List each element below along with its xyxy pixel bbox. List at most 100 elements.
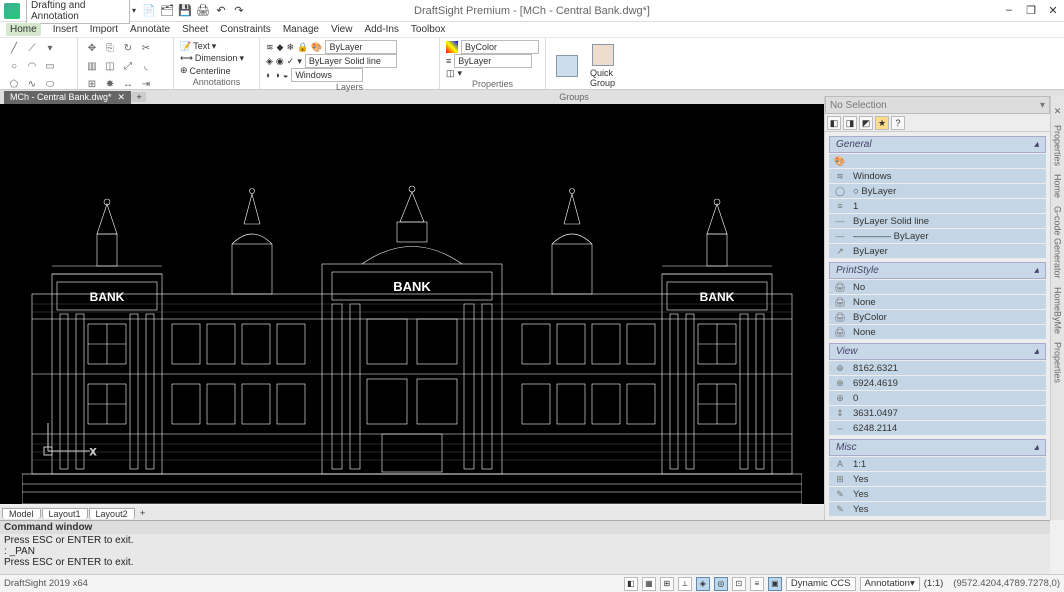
collapse-icon[interactable]: ▴: [1034, 139, 1039, 150]
add-layout-button[interactable]: +: [136, 508, 150, 518]
transparency-icon[interactable]: ◫: [446, 68, 455, 79]
layer-states-icon[interactable]: ◆: [277, 42, 284, 53]
text-tool-label[interactable]: Text: [193, 41, 210, 51]
layer-selector[interactable]: Windows: [291, 68, 363, 82]
group-button[interactable]: [552, 40, 582, 92]
section-general-header[interactable]: General▴: [829, 136, 1046, 153]
tab-constraints[interactable]: Constraints: [220, 24, 271, 35]
collapse-icon[interactable]: ▴: [1034, 265, 1039, 276]
layer-t4-icon[interactable]: ▾: [297, 56, 302, 67]
color-swatch-icon[interactable]: [446, 41, 458, 53]
layer-t2-icon[interactable]: ◉: [276, 56, 284, 67]
layer-lock-icon[interactable]: 🔒: [297, 42, 308, 53]
tab-import[interactable]: Import: [90, 24, 118, 35]
prop-row[interactable]: A1:1: [829, 457, 1046, 471]
prop-help-icon[interactable]: ?: [891, 116, 905, 130]
prop-tool-1-icon[interactable]: ◧: [827, 116, 841, 130]
prop-row[interactable]: ≋Windows: [829, 169, 1046, 183]
tab-view[interactable]: View: [331, 24, 353, 35]
line-tool-icon[interactable]: ╱: [6, 40, 22, 56]
workspace-dropdown-icon[interactable]: ▾: [132, 6, 136, 15]
prop-row[interactable]: ⇕3631.0497: [829, 406, 1046, 420]
annotation-button[interactable]: Annotation ▾: [860, 577, 920, 591]
tab-manage[interactable]: Manage: [283, 24, 319, 35]
move-tool-icon[interactable]: ✥: [84, 40, 100, 56]
sidetab-close-icon[interactable]: ✕: [1054, 106, 1062, 117]
prop-row[interactable]: —ByLayer Solid line: [829, 214, 1046, 228]
prop-row[interactable]: ✎Yes: [829, 502, 1046, 516]
copy-tool-icon[interactable]: ⎘: [102, 40, 118, 56]
prop-row[interactable]: ⇔6248.2114: [829, 421, 1046, 435]
prop-row[interactable]: 🖨No: [829, 280, 1046, 294]
selection-dropdown[interactable]: No Selection▾: [825, 96, 1050, 114]
polyline-tool-icon[interactable]: ⟋: [24, 40, 40, 56]
prop-tool-4-icon[interactable]: ★: [875, 116, 889, 130]
tab-toolbox[interactable]: Toolbox: [411, 24, 445, 35]
qat-save-icon[interactable]: 💾: [178, 4, 192, 18]
quick-group-button[interactable]: Quick Group: [586, 40, 619, 92]
close-button[interactable]: ✕: [1046, 4, 1060, 18]
dimension-tool-label[interactable]: Dimension: [195, 53, 238, 63]
linetype-selector[interactable]: ByLayer: [325, 40, 397, 54]
offset-tool-icon[interactable]: ◫: [102, 58, 118, 74]
prop-row[interactable]: 🖨None: [829, 295, 1046, 309]
linestyle-selector[interactable]: ByLayer Solid line: [305, 54, 397, 68]
layer-vis1-icon[interactable]: ◐: [266, 70, 271, 80]
trim-tool-icon[interactable]: ✂: [138, 40, 154, 56]
sidetab-homebyme[interactable]: HomeByMe: [1053, 287, 1063, 334]
prop-row[interactable]: ≡1: [829, 199, 1046, 213]
lineweight-icon[interactable]: ≡: [446, 56, 451, 66]
status-toggle-ortho[interactable]: ⟂: [678, 577, 692, 591]
status-toggle-snap[interactable]: ▦: [642, 577, 656, 591]
status-toggle-etrack[interactable]: ⊡: [732, 577, 746, 591]
centerline-tool-label[interactable]: Centerline: [190, 66, 231, 76]
maximize-button[interactable]: ❐: [1024, 4, 1038, 18]
close-tab-icon[interactable]: ✕: [118, 92, 126, 103]
add-tab-button[interactable]: +: [132, 92, 146, 102]
props-more-icon[interactable]: ▾: [458, 68, 463, 79]
prop-row[interactable]: ⊕0: [829, 391, 1046, 405]
arc-tool-icon[interactable]: ◠: [24, 58, 40, 74]
status-toggle-qinput[interactable]: ▣: [768, 577, 782, 591]
layer-manager-icon[interactable]: ≋: [266, 42, 274, 53]
command-window[interactable]: Command window Press ESC or ENTER to exi…: [0, 520, 1050, 574]
mirror-tool-icon[interactable]: ▥: [84, 58, 100, 74]
rect-tool-icon[interactable]: ▭: [42, 58, 58, 74]
prop-row[interactable]: ✎Yes: [829, 487, 1046, 501]
layer-color-icon[interactable]: 🎨: [311, 42, 322, 53]
tab-home[interactable]: Home: [6, 23, 41, 36]
prop-row[interactable]: ⊞Yes: [829, 472, 1046, 486]
prop-row[interactable]: ↗ByLayer: [829, 244, 1046, 258]
collapse-icon[interactable]: ▴: [1034, 346, 1039, 357]
tab-insert[interactable]: Insert: [53, 24, 78, 35]
tab-addins[interactable]: Add-Ins: [364, 24, 398, 35]
tab-sheet[interactable]: Sheet: [182, 24, 208, 35]
layer-vis2-icon[interactable]: ◑: [274, 70, 279, 80]
collapse-icon[interactable]: ▴: [1034, 442, 1039, 453]
drawing-canvas[interactable]: BANK: [0, 104, 824, 504]
more-draw-icon[interactable]: ▾: [42, 40, 58, 56]
prop-row[interactable]: ◯○ ByLayer: [829, 184, 1046, 198]
layer-vis3-icon[interactable]: ◒: [283, 70, 288, 80]
prop-row[interactable]: 🖨None: [829, 325, 1046, 339]
prop-row[interactable]: ⊕8162.6321: [829, 361, 1046, 375]
color-selector[interactable]: ByColor: [461, 40, 539, 54]
prop-row[interactable]: 🖨ByColor: [829, 310, 1046, 324]
prop-tool-2-icon[interactable]: ◨: [843, 116, 857, 130]
circle-tool-icon[interactable]: ○: [6, 58, 22, 74]
status-toggle-lwt[interactable]: ≡: [750, 577, 764, 591]
layout2-tab[interactable]: Layout2: [89, 508, 135, 519]
status-toggle-grid[interactable]: ⊞: [660, 577, 674, 591]
model-tab[interactable]: Model: [2, 508, 41, 519]
section-misc-header[interactable]: Misc▴: [829, 439, 1046, 456]
prop-row[interactable]: ————— ByLayer: [829, 229, 1046, 243]
section-view-header[interactable]: View▴: [829, 343, 1046, 360]
sidetab-gcode[interactable]: G-code Generator: [1053, 206, 1063, 279]
prop-tool-3-icon[interactable]: ◩: [859, 116, 873, 130]
scale-tool-icon[interactable]: ⤢: [120, 58, 136, 74]
section-printstyle-header[interactable]: PrintStyle▴: [829, 262, 1046, 279]
qat-new-icon[interactable]: 📄: [142, 4, 156, 18]
dimension-tool-icon[interactable]: ⟷: [180, 53, 193, 64]
qat-print-icon[interactable]: 🖨: [196, 4, 210, 18]
fillet-tool-icon[interactable]: ◟: [138, 58, 154, 74]
